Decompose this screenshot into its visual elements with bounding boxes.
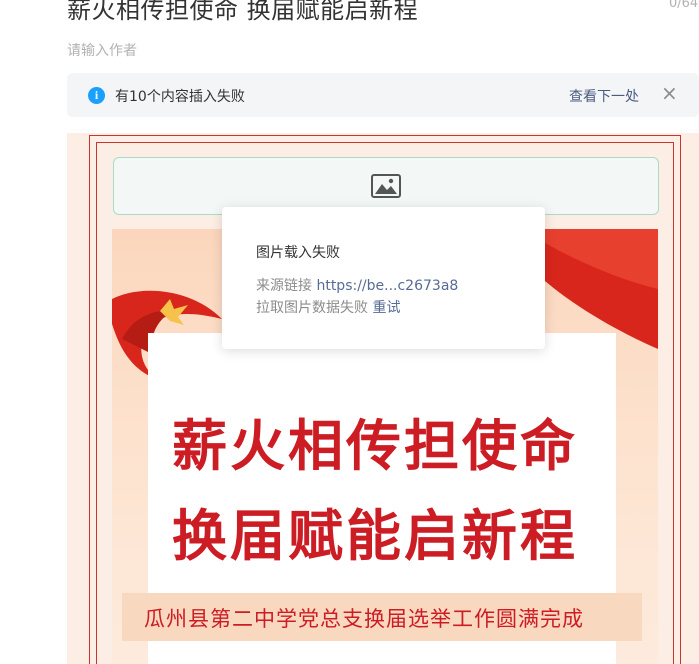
author-input[interactable]: 请输入作者 <box>67 40 137 60</box>
image-icon <box>371 174 401 198</box>
popover-title: 图片载入失败 <box>256 245 340 261</box>
retry-link[interactable]: 重试 <box>372 300 400 316</box>
image-load-failed-popover: 图片载入失败 来源链接 https://be...c2673a8 拉取图片数据失… <box>222 207 545 349</box>
notice-message: 有10个内容插入失败 <box>115 89 245 105</box>
popover-fail-row: 拉取图片数据失败 重试 <box>256 297 400 317</box>
poster-banner-text: 瓜州县第二中学党总支换届选举工作圆满完成 <box>144 607 584 631</box>
close-icon[interactable]: × <box>661 82 678 104</box>
source-link[interactable]: https://be...c2673a8 <box>316 278 458 294</box>
popover-source-row: 来源链接 https://be...c2673a8 <box>256 275 458 295</box>
view-next-button[interactable]: 查看下一处 <box>569 86 639 106</box>
poster-headline-1: 薪火相传担使命 <box>172 415 579 477</box>
fail-text: 拉取图片数据失败 <box>256 300 368 316</box>
title-char-count: 0/64 <box>669 0 699 11</box>
poster-headline-2: 换届赋能启新程 <box>172 505 579 567</box>
insert-failure-notice: i 有10个内容插入失败 查看下一处 × <box>67 73 699 117</box>
source-label: 来源链接 <box>256 278 312 294</box>
article-title[interactable]: 薪火相传担使命 换届赋能启新程 <box>67 0 418 25</box>
info-icon: i <box>88 87 105 104</box>
poster-banner: 瓜州县第二中学党总支换届选举工作圆满完成 <box>122 593 642 641</box>
